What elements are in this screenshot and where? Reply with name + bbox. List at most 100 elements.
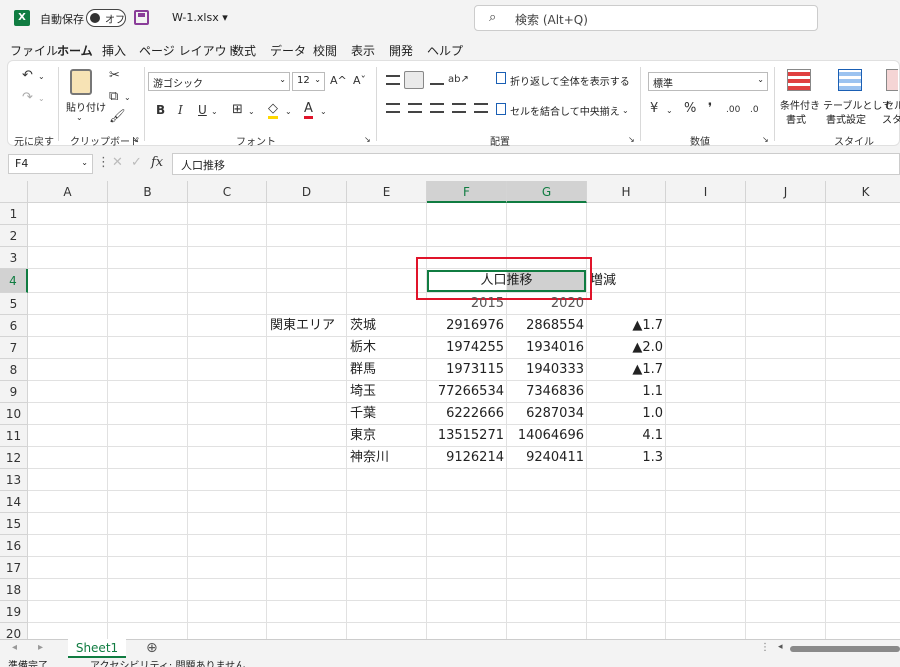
menu-page-layout[interactable]: ページ レイアウト — [139, 42, 239, 59]
wrap-text-button[interactable]: 折り返して全体を表示する — [510, 73, 630, 88]
launcher-icon[interactable]: ↘ — [628, 133, 635, 147]
column-header[interactable]: H — [587, 181, 666, 203]
cell-f10[interactable]: 6222666 — [427, 404, 504, 424]
formula-input[interactable]: 人口推移 — [172, 153, 900, 175]
cell-styles-button-line2[interactable]: スタイ — [882, 111, 900, 126]
insert-function-button[interactable]: fx — [151, 155, 163, 170]
row-header[interactable]: 9 — [0, 381, 28, 403]
cell-h8[interactable]: ▲1.7 — [587, 360, 663, 380]
cell-g5[interactable]: 2020 — [507, 294, 584, 314]
chevron-down-icon[interactable]: ⌄ — [38, 92, 45, 106]
row-header[interactable]: 7 — [0, 337, 28, 359]
chevron-down-icon[interactable]: ⌄ — [666, 104, 673, 118]
cell-g12[interactable]: 9240411 — [507, 448, 584, 468]
column-header[interactable]: C — [188, 181, 267, 203]
column-header[interactable]: E — [347, 181, 427, 203]
launcher-icon[interactable]: ↘ — [132, 133, 139, 147]
conditional-format-button[interactable]: 条件付き — [780, 97, 820, 112]
chevron-down-icon[interactable]: ⌄ — [38, 70, 45, 84]
align-right-icon[interactable] — [430, 103, 444, 113]
menu-developer[interactable]: 開発 — [389, 42, 413, 59]
horizontal-scrollbar[interactable]: ◂ — [778, 642, 900, 655]
conditional-format-icon[interactable] — [787, 69, 811, 91]
column-header[interactable]: G — [507, 181, 587, 203]
decrease-indent-icon[interactable] — [452, 103, 466, 113]
menu-insert[interactable]: 挿入 — [102, 42, 126, 59]
launcher-icon[interactable]: ↘ — [762, 133, 769, 147]
column-header[interactable]: J — [746, 181, 826, 203]
cell-e9[interactable]: 埼玉 — [350, 382, 376, 402]
scroll-left-icon[interactable]: ◂ — [778, 642, 783, 652]
cell-g6[interactable]: 2868554 — [507, 316, 584, 336]
worksheet-grid[interactable]: A B C D E F G H I J K 1 2 3 4 5 6 7 8 9 … — [0, 181, 900, 639]
accessibility-status[interactable]: アクセシビリティ: 問題ありません — [90, 659, 245, 667]
row-header[interactable]: 17 — [0, 557, 28, 579]
row-header[interactable]: 11 — [0, 425, 28, 447]
align-middle-icon[interactable] — [404, 71, 424, 89]
bold-button[interactable]: B — [156, 103, 165, 117]
cell-styles-icon[interactable] — [886, 69, 898, 91]
align-center-icon[interactable] — [408, 103, 422, 113]
row-header[interactable]: 16 — [0, 535, 28, 557]
decrease-decimal-icon[interactable]: .0 — [750, 103, 759, 117]
cell-g10[interactable]: 6287034 — [507, 404, 584, 424]
cell-g11[interactable]: 14064696 — [507, 426, 584, 446]
cell-f6[interactable]: 2916976 — [427, 316, 504, 336]
chevron-down-icon[interactable]: ⌄ — [320, 105, 327, 119]
row-header[interactable]: 20 — [0, 623, 28, 639]
row-header[interactable]: 8 — [0, 359, 28, 381]
menu-help[interactable]: ヘルプ — [427, 42, 463, 59]
row-header[interactable]: 5 — [0, 293, 28, 315]
cell-h10[interactable]: 1.0 — [587, 404, 663, 424]
cell-g8[interactable]: 1940333 — [507, 360, 584, 380]
merge-center-button[interactable]: セルを結合して中央揃え — [510, 103, 620, 118]
cell-e12[interactable]: 神奈川 — [350, 448, 389, 468]
cell-f8[interactable]: 1973115 — [427, 360, 504, 380]
row-header[interactable]: 4 — [0, 269, 28, 293]
cell-e11[interactable]: 東京 — [350, 426, 376, 446]
increase-indent-icon[interactable] — [474, 103, 488, 113]
cell-f5[interactable]: 2015 — [427, 294, 504, 314]
chevron-down-icon[interactable]: ⌄ — [124, 91, 131, 105]
cell-h11[interactable]: 4.1 — [587, 426, 663, 446]
paste-button[interactable]: 貼り付け — [66, 99, 106, 114]
column-header[interactable]: F — [427, 181, 507, 203]
copy-icon[interactable]: ⧉ — [109, 90, 118, 104]
cell-e10[interactable]: 千葉 — [350, 404, 376, 424]
cell-e8[interactable]: 群馬 — [350, 360, 376, 380]
row-header[interactable]: 14 — [0, 491, 28, 513]
row-header[interactable]: 18 — [0, 579, 28, 601]
menu-data[interactable]: データ — [270, 42, 306, 59]
cell-e7[interactable]: 栃木 — [350, 338, 376, 358]
format-as-table-button-line2[interactable]: 書式設定 — [826, 111, 866, 126]
row-header[interactable]: 2 — [0, 225, 28, 247]
autosave-toggle[interactable]: オフ — [86, 9, 126, 27]
name-box[interactable]: F4 ⌄ — [8, 154, 93, 174]
orientation-icon[interactable]: ab↗ — [448, 73, 469, 87]
add-sheet-icon[interactable]: ⊕ — [146, 640, 158, 656]
undo-icon[interactable]: ↶ — [22, 69, 33, 83]
cut-icon[interactable]: ✂ — [109, 69, 120, 83]
select-all-corner[interactable] — [0, 181, 28, 203]
column-header[interactable]: D — [267, 181, 347, 203]
align-bottom-icon[interactable] — [430, 75, 444, 85]
row-header[interactable]: 19 — [0, 601, 28, 623]
cell-f7[interactable]: 1974255 — [427, 338, 504, 358]
save-icon[interactable] — [134, 10, 149, 25]
prev-sheet-icon[interactable]: ◂ — [12, 642, 17, 653]
row-header[interactable]: 10 — [0, 403, 28, 425]
italic-button[interactable]: I — [178, 103, 183, 117]
cell-h9[interactable]: 1.1 — [587, 382, 663, 402]
row-header[interactable]: 13 — [0, 469, 28, 491]
cell-h6[interactable]: ▲1.7 — [587, 316, 663, 336]
font-size-select[interactable]: 12 ⌄ — [292, 72, 325, 91]
percent-button[interactable]: % — [684, 102, 696, 116]
menu-file[interactable]: ファイル — [10, 42, 58, 59]
cell-g9[interactable]: 7346836 — [507, 382, 584, 402]
cell-f12[interactable]: 9126214 — [427, 448, 504, 468]
cell-e6[interactable]: 茨城 — [350, 316, 376, 336]
font-family-select[interactable]: 游ゴシック ⌄ — [148, 72, 290, 91]
paste-icon[interactable] — [70, 69, 92, 95]
chevron-down-icon[interactable]: ⌄ — [76, 111, 83, 125]
font-color-icon[interactable]: A — [304, 102, 313, 119]
